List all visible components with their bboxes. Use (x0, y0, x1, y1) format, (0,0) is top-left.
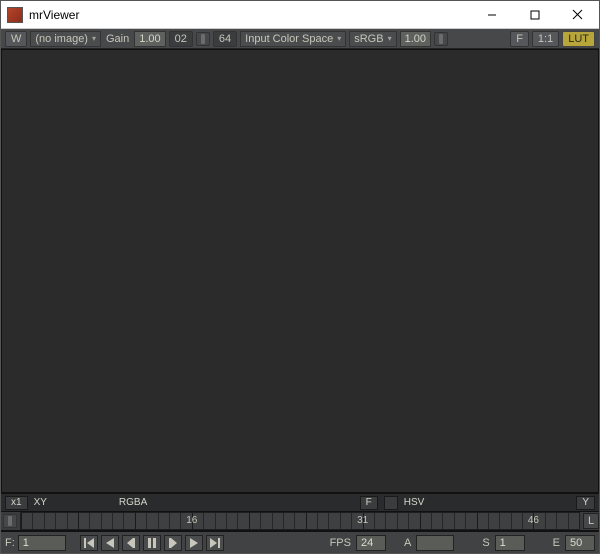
exposure-slider[interactable] (196, 32, 210, 46)
image-name-dropdown[interactable]: (no image) ▾ (30, 31, 101, 47)
s-field[interactable]: 1 (495, 535, 525, 551)
play-fwd-button[interactable] (185, 535, 203, 551)
fullscreen-button[interactable]: F (510, 31, 529, 47)
goto-end-icon (210, 538, 220, 548)
minimize-icon (487, 10, 497, 20)
frame-label: F: (5, 537, 15, 549)
title-bar: mrViewer (1, 1, 599, 29)
gamma-slider[interactable] (434, 32, 448, 46)
e-label: E (551, 537, 562, 549)
step-back-icon (126, 538, 136, 548)
timeline-in-handle[interactable] (3, 514, 17, 528)
step-back-button[interactable] (122, 535, 140, 551)
close-button[interactable] (556, 1, 599, 29)
chevron-down-icon: ▾ (92, 32, 96, 46)
channel-mode: RGBA (119, 497, 147, 508)
step-fwd-button[interactable] (164, 535, 182, 551)
blank-indicator[interactable] (384, 496, 398, 510)
goto-start-icon (84, 538, 94, 548)
ics-label: Input Color Space (245, 32, 333, 46)
minimize-button[interactable] (470, 1, 513, 29)
zoom-indicator[interactable]: x1 (5, 496, 28, 510)
image-name-value: (no image) (35, 32, 88, 46)
gain-value[interactable]: 1.00 (134, 31, 165, 47)
timeline[interactable]: 16 31 46 (20, 512, 580, 530)
ics-label-dropdown[interactable]: Input Color Space ▾ (240, 31, 346, 47)
app-window: mrViewer W (no image) ▾ Gain 1.00 02 64 I… (0, 0, 600, 554)
f-indicator[interactable]: F (360, 496, 378, 510)
ics-value: sRGB (354, 32, 383, 46)
y-indicator[interactable]: Y (576, 496, 595, 510)
chevron-down-icon: ▾ (388, 32, 392, 46)
close-icon (572, 9, 583, 20)
maximize-button[interactable] (513, 1, 556, 29)
frame-field[interactable]: 1 (18, 535, 66, 551)
lut-button[interactable]: LUT (562, 31, 595, 47)
maximize-icon (530, 10, 540, 20)
fps-field[interactable]: 24 (356, 535, 386, 551)
loop-button[interactable]: L (583, 513, 599, 529)
coord-mode: XY (34, 497, 47, 508)
e-field[interactable]: 50 (565, 535, 595, 551)
goto-end-button[interactable] (206, 535, 224, 551)
a-label: A (402, 537, 413, 549)
status-bar: x1 XY RGBA F HSV Y (1, 493, 599, 511)
ratio-button[interactable]: 1:1 (532, 31, 559, 47)
wipe-button[interactable]: W (5, 31, 27, 47)
timeline-marker: 46 (528, 515, 539, 526)
play-back-button[interactable] (101, 535, 119, 551)
s-label: S (480, 537, 491, 549)
fps-label: FPS (328, 537, 353, 549)
window-title: mrViewer (29, 8, 470, 22)
play-back-icon (105, 538, 115, 548)
pause-button[interactable] (143, 535, 161, 551)
app-icon (7, 7, 23, 23)
gamma-value[interactable]: 1.00 (400, 31, 431, 47)
timeline-marker: 16 (186, 515, 197, 526)
goto-start-button[interactable] (80, 535, 98, 551)
image-viewport[interactable] (1, 49, 599, 493)
stop-up-button[interactable]: 64 (213, 31, 237, 47)
color-mode: HSV (404, 497, 425, 508)
timeline-row: 16 31 46 L (1, 511, 599, 531)
timeline-marker: 31 (357, 515, 368, 526)
chevron-down-icon: ▾ (337, 32, 341, 46)
gain-label: Gain (104, 33, 131, 45)
ics-value-dropdown[interactable]: sRGB ▾ (349, 31, 396, 47)
a-field[interactable] (416, 535, 454, 551)
pause-icon (147, 538, 157, 548)
top-toolbar: W (no image) ▾ Gain 1.00 02 64 Input Colo… (1, 29, 599, 49)
transport-bar: F: 1 FPS 24 A S 1 E 50 (1, 531, 599, 553)
stop-down-button[interactable]: 02 (169, 31, 193, 47)
step-fwd-icon (168, 538, 178, 548)
play-fwd-icon (189, 538, 199, 548)
